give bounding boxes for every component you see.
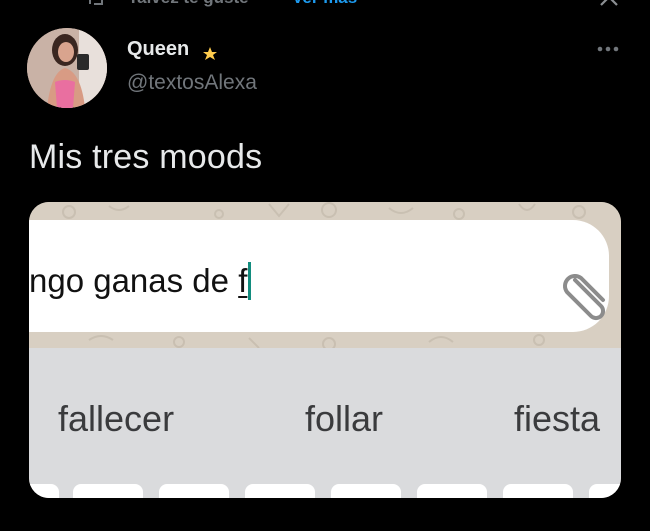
typed-message-last-letter: f <box>238 262 248 299</box>
tweet-text: Mis tres moods <box>29 138 263 176</box>
message-input[interactable]: ngo ganas de f <box>29 220 609 332</box>
keyboard-key[interactable] <box>331 484 401 498</box>
keyboard-key[interactable] <box>29 484 59 498</box>
top-suggestion-bar: Talvez te guste Ver más <box>0 0 650 10</box>
more-options-icon[interactable] <box>596 44 620 54</box>
crescent-moon-star-icon <box>203 40 231 60</box>
text-caret <box>248 262 252 300</box>
avatar[interactable] <box>27 28 107 108</box>
keyboard-key-row <box>29 484 621 498</box>
retweet-icon <box>89 0 103 5</box>
author-handle[interactable]: @textosAlexa <box>127 71 257 95</box>
see-more-link[interactable]: Ver más <box>292 0 357 8</box>
keyboard-key[interactable] <box>417 484 487 498</box>
keyboard-suggestion-bar: fallecer follar fiesta <box>29 348 621 498</box>
keyboard-key[interactable] <box>589 484 621 498</box>
tweet-image[interactable]: ngo ganas de f fallecer follar fiesta <box>29 202 621 498</box>
typed-message[interactable]: ngo ganas de f <box>29 262 252 300</box>
keyboard-key[interactable] <box>73 484 143 498</box>
keyboard-key[interactable] <box>245 484 315 498</box>
suggestion-follar[interactable]: follar <box>305 398 383 440</box>
suggestion-fallecer[interactable]: fallecer <box>58 398 174 440</box>
typed-message-prefix: ngo ganas de <box>29 262 239 299</box>
close-icon[interactable] <box>598 0 620 8</box>
keyboard-key[interactable] <box>503 484 573 498</box>
suggestion-fiesta[interactable]: fiesta <box>514 398 600 440</box>
avatar-photo <box>27 28 107 108</box>
author-name[interactable]: Queen <box>127 38 189 61</box>
keyboard-key[interactable] <box>159 484 229 498</box>
paperclip-icon[interactable] <box>557 266 613 322</box>
suggestion-label: Talvez te guste <box>128 0 249 8</box>
